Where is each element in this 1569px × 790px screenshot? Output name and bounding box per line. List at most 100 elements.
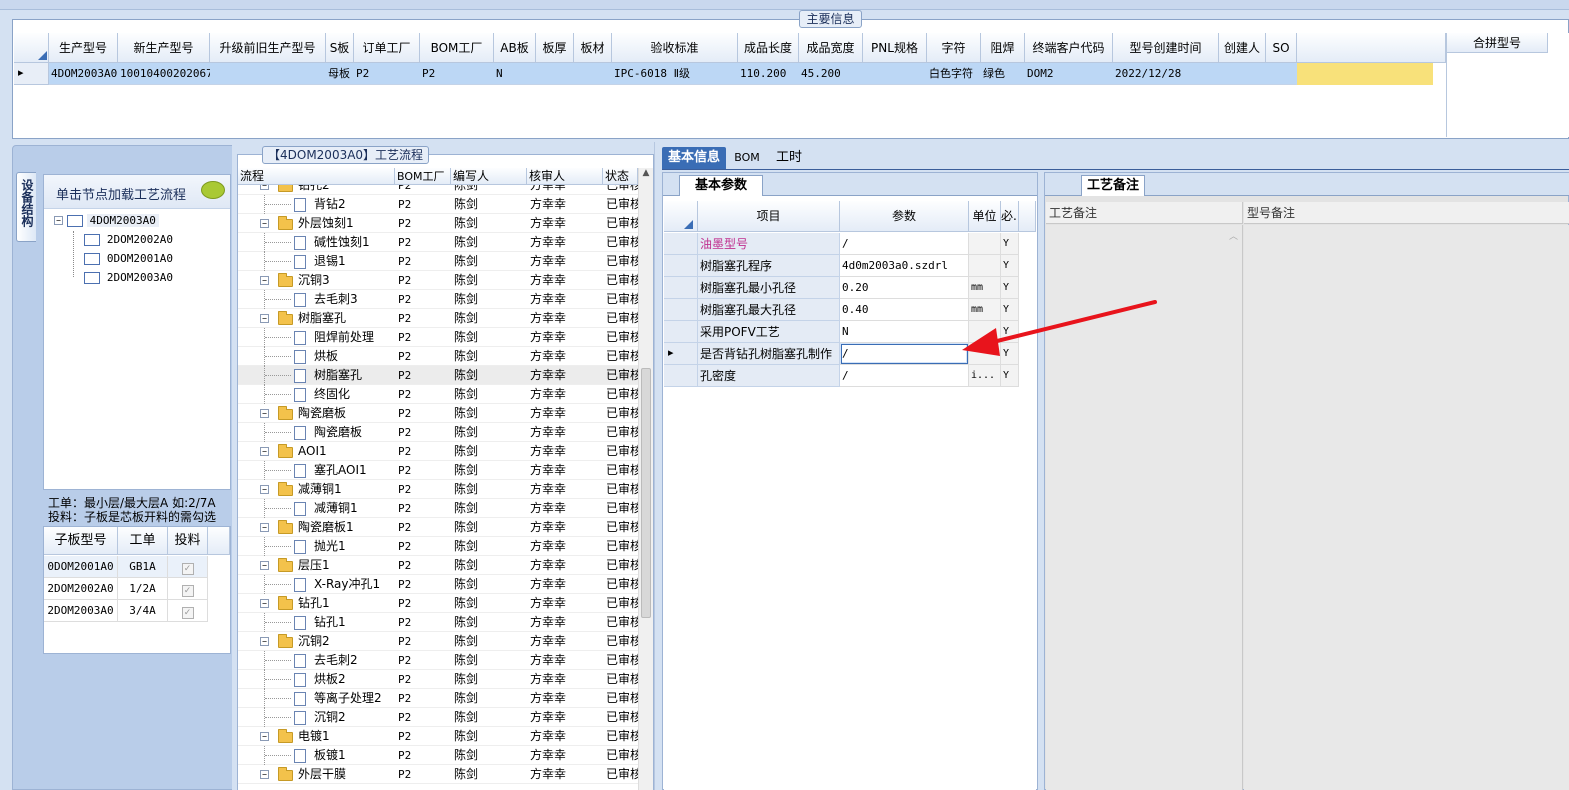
process-step-label[interactable]: 外层干膜 — [298, 765, 346, 784]
process-row[interactable]: 烘板 P2 陈剑 方幸幸 已审核 — [238, 347, 638, 366]
column-header[interactable]: 阻焊 — [981, 33, 1025, 63]
process-column-header[interactable]: 流程 — [238, 168, 395, 185]
grid-cell[interactable] — [863, 63, 927, 85]
process-step-label[interactable]: 板镀1 — [314, 746, 346, 765]
process-step-label[interactable]: 钻孔1 — [298, 594, 330, 613]
column-header[interactable]: 升级前旧生产型号 — [210, 33, 326, 63]
column-header[interactable]: 创建人 — [1219, 33, 1266, 63]
process-row[interactable]: − 层压1 P2 陈剑 方幸幸 已审核 — [238, 556, 638, 575]
model-notes-area[interactable] — [1244, 225, 1569, 790]
process-column-header[interactable]: 状态 — [603, 168, 638, 185]
column-header[interactable]: 板材 — [574, 33, 612, 63]
tree-child-row[interactable]: 0DOM2001A0 — [84, 251, 173, 269]
tree-child-row[interactable]: 2DOM2003A0 — [84, 270, 173, 288]
process-row[interactable]: − 沉铜2 P2 陈剑 方幸幸 已审核 — [238, 632, 638, 651]
process-column-header[interactable]: 核审人 — [527, 168, 603, 185]
grid-cell[interactable]: N — [494, 63, 536, 85]
process-row[interactable]: 塞孔AOI1 P2 陈剑 方幸幸 已审核 — [238, 461, 638, 480]
process-column-header[interactable]: 编写人 — [451, 168, 527, 185]
grid-cell[interactable]: 母板 — [326, 63, 354, 85]
process-step-label[interactable]: 阻焊前处理 — [314, 328, 374, 347]
process-step-label[interactable]: 去毛刺2 — [314, 651, 358, 670]
column-header[interactable]: PNL规格 — [863, 33, 927, 63]
process-step-label[interactable]: 层压1 — [298, 556, 330, 575]
grid-cell[interactable] — [1219, 63, 1266, 85]
column-header[interactable]: 型号创建时间 — [1113, 33, 1219, 63]
middle-splitter[interactable] — [654, 142, 662, 790]
tree-child-label[interactable]: 0DOM2001A0 — [104, 252, 173, 265]
grid-cell[interactable]: P2 — [354, 63, 420, 85]
column-header[interactable]: 生产型号 — [49, 33, 118, 63]
column-header[interactable]: 新生产型号 — [118, 33, 210, 63]
process-step-label[interactable]: X-Ray冲孔1 — [314, 575, 380, 594]
process-step-label[interactable]: 沉铜2 — [298, 632, 330, 651]
process-row[interactable]: 等离子处理2 P2 陈剑 方幸幸 已审核 — [238, 689, 638, 708]
process-step-label[interactable]: 背钻2 — [314, 195, 346, 214]
process-step-label[interactable]: 烘板2 — [314, 670, 346, 689]
process-row[interactable]: − 陶瓷磨板1 P2 陈剑 方幸幸 已审核 — [238, 518, 638, 537]
process-row[interactable]: 陶瓷磨板 P2 陈剑 方幸幸 已审核 — [238, 423, 638, 442]
grid-cell[interactable] — [210, 63, 326, 85]
sub-table-header[interactable]: 投料 — [168, 527, 208, 555]
collapse-icon[interactable]: − — [260, 447, 269, 456]
collapse-icon[interactable]: − — [260, 485, 269, 494]
process-step-label[interactable]: 终固化 — [314, 385, 350, 404]
collapse-icon[interactable]: − — [260, 561, 269, 570]
process-row[interactable]: − 沉铜3 P2 陈剑 方幸幸 已审核 — [238, 271, 638, 290]
merge-model-header[interactable]: 合拼型号 — [1447, 33, 1548, 53]
params-column-header[interactable]: 单位 — [969, 201, 1001, 232]
process-row[interactable]: − 树脂塞孔 P2 陈剑 方幸幸 已审核 — [238, 309, 638, 328]
process-step-label[interactable]: 电镀1 — [298, 727, 330, 746]
tab-bom[interactable]: BOM — [730, 147, 764, 169]
process-row[interactable]: − 外层蚀刻1 P2 陈剑 方幸幸 已审核 — [238, 214, 638, 233]
device-structure-tab[interactable]: 设备结构 — [16, 172, 36, 242]
column-header[interactable]: 成品宽度 — [799, 33, 863, 63]
process-step-label[interactable]: 沉铜3 — [298, 271, 330, 290]
grid-cell[interactable]: 10010400202067 — [118, 63, 210, 85]
column-header[interactable]: 字符 — [927, 33, 981, 63]
tree-child-label[interactable]: 2DOM2003A0 — [104, 271, 173, 284]
collapse-icon[interactable]: − — [260, 637, 269, 646]
collapse-icon[interactable]: − — [260, 276, 269, 285]
process-step-label[interactable]: 退锡1 — [314, 252, 346, 271]
process-step-label[interactable]: 外层蚀刻1 — [298, 214, 354, 233]
process-step-label[interactable]: 钻孔1 — [314, 613, 346, 632]
grid-cell[interactable]: 45.200 — [799, 63, 863, 85]
process-row[interactable]: 钻孔1 P2 陈剑 方幸幸 已审核 — [238, 613, 638, 632]
process-row[interactable]: 树脂塞孔 P2 陈剑 方幸幸 已审核 — [238, 366, 638, 385]
process-step-label[interactable]: 等离子处理2 — [314, 689, 382, 708]
scroll-thumb[interactable] — [641, 368, 651, 618]
column-header[interactable]: SO — [1266, 33, 1297, 63]
process-step-label[interactable]: 去毛刺3 — [314, 290, 358, 309]
collapse-icon[interactable]: − — [260, 770, 269, 779]
grid-cell[interactable]: 白色字符 — [927, 63, 981, 85]
process-row[interactable]: − 外层干膜 P2 陈剑 方幸幸 已审核 — [238, 765, 638, 784]
grid-cell[interactable]: DOM2 — [1025, 63, 1113, 85]
column-header[interactable]: 终端客户代码 — [1025, 33, 1113, 63]
process-row[interactable]: 阻焊前处理 P2 陈剑 方幸幸 已审核 — [238, 328, 638, 347]
params-column-header[interactable]: 项目 — [698, 201, 840, 232]
process-row[interactable]: 背钻2 P2 陈剑 方幸幸 已审核 — [238, 195, 638, 214]
grid-cell[interactable] — [1266, 63, 1297, 85]
param-value-cell[interactable]: 4d0m2003a0.szdrl — [840, 255, 969, 277]
sub-order-cell[interactable]: 1/2A — [118, 578, 168, 600]
collapse-icon[interactable]: − — [260, 409, 269, 418]
process-step-label[interactable]: 树脂塞孔 — [298, 309, 346, 328]
process-row[interactable]: − 钻孔1 P2 陈剑 方幸幸 已审核 — [238, 594, 638, 613]
scroll-up-icon[interactable]: ▲ — [639, 168, 653, 182]
process-row[interactable]: 退锡1 P2 陈剑 方幸幸 已审核 — [238, 252, 638, 271]
grid-cell-highlight[interactable] — [1297, 63, 1433, 85]
process-step-label[interactable]: 碱性蚀刻1 — [314, 233, 370, 252]
params-column-header[interactable]: 参数 — [840, 201, 969, 232]
process-step-label[interactable]: 烘板 — [314, 347, 338, 366]
process-row[interactable]: − 电镀1 P2 陈剑 方幸幸 已审核 — [238, 727, 638, 746]
collapse-icon[interactable]: − — [260, 219, 269, 228]
process-row[interactable]: 终固化 P2 陈剑 方幸幸 已审核 — [238, 385, 638, 404]
grid-cell[interactable]: 2022/12/28 — [1113, 63, 1219, 85]
process-column-header[interactable]: BOM工厂 — [395, 168, 451, 185]
checkbox-checked-icon[interactable]: ✓ — [181, 607, 194, 619]
grid-cell[interactable] — [536, 63, 574, 85]
column-header[interactable]: 订单工厂 — [354, 33, 420, 63]
grid-cell[interactable]: IPC-6018 Ⅱ级 — [612, 63, 738, 85]
grid-cell[interactable]: P2 — [420, 63, 494, 85]
